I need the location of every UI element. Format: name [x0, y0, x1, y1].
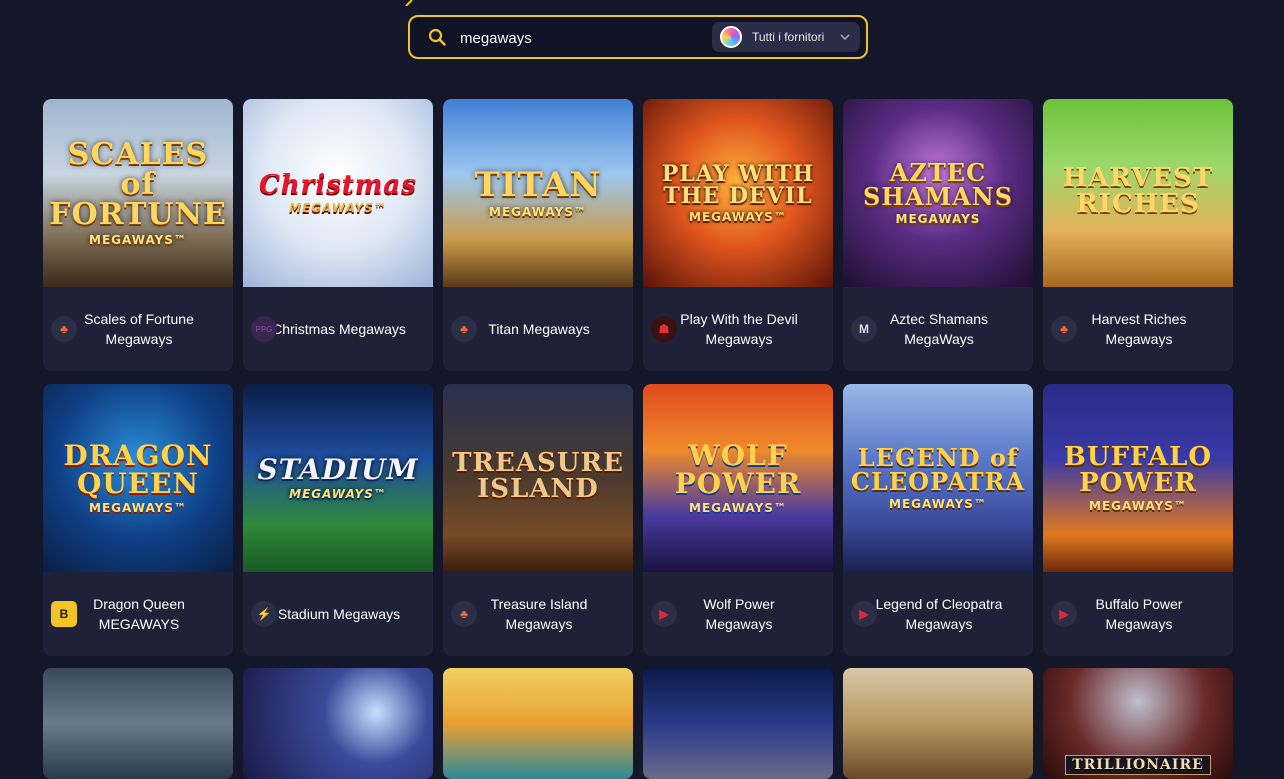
- game-title: Treasure Island Megaways: [490, 596, 588, 632]
- game-logo-text: TITAN: [474, 165, 602, 205]
- game-title: Christmas Megaways: [272, 321, 406, 337]
- game-card[interactable]: [643, 668, 833, 779]
- game-title: Buffalo Power Megaways: [1095, 596, 1183, 632]
- game-grid: SCALES of FORTUNE MEGAWAYS™ ♣ Scales of Fo…: [43, 99, 1233, 656]
- game-card[interactable]: TREASURE ISLAND ♣ Treasure Island Megaway…: [443, 384, 633, 656]
- game-title: Play With the Devil Megaways: [680, 311, 798, 347]
- game-logo-text: SCALES of FORTUNE: [49, 137, 227, 232]
- ppg-logo-icon: PPG: [251, 316, 277, 342]
- chevron-down-icon: [840, 34, 850, 41]
- game-logo-text: PLAY WITH THE DEVIL: [661, 161, 815, 209]
- game-logo-text: AZTEC SHAMANS: [862, 158, 1014, 211]
- clover-icon: ♣: [451, 316, 477, 342]
- game-card[interactable]: [843, 668, 1033, 779]
- game-card[interactable]: DRAGON QUEEN MEGAWAYS™ B Dragon Queen MEGA…: [43, 384, 233, 656]
- game-thumbnail: DRAGON QUEEN MEGAWAYS™: [43, 384, 233, 572]
- play-triangle-icon: ▶: [851, 601, 877, 627]
- game-title: Dragon Queen MEGAWAYS: [93, 596, 185, 632]
- game-title: Titan Megaways: [488, 321, 590, 337]
- game-thumbnail: TITAN MEGAWAYS™: [443, 99, 633, 287]
- b-logo-icon: B: [51, 601, 77, 627]
- game-logo-sub: MEGAWAYS™: [89, 233, 187, 247]
- clover-icon: ♣: [451, 601, 477, 627]
- game-title: Harvest Riches Megaways: [1091, 311, 1187, 347]
- devil-provider-icon: ☗: [651, 316, 677, 342]
- search-icon: [428, 28, 446, 46]
- game-thumbnail: [243, 668, 433, 779]
- provider-dropdown-label: Tutti i fornitori: [752, 30, 825, 44]
- game-title: Legend of Cleopatra Megaways: [875, 596, 1003, 632]
- game-logo-text: TRILLIONAIRE: [1065, 755, 1211, 775]
- game-title: Aztec Shamans MegaWays: [889, 311, 989, 347]
- game-title: Scales of Fortune Megaways: [84, 311, 194, 347]
- game-logo-text: DRAGON QUEEN: [63, 439, 213, 500]
- game-card[interactable]: TRILLIONAIRE: [1043, 668, 1233, 779]
- game-card[interactable]: LEGEND of CLEOPATRA MEGAWAYS™ ▶ Legend of …: [843, 384, 1033, 656]
- provider-dropdown[interactable]: Tutti i fornitori: [712, 22, 860, 52]
- game-logo-text: HARVEST RICHES: [1062, 163, 1214, 219]
- game-logo-sub: MEGAWAYS™: [289, 487, 387, 501]
- game-thumbnail: LEGEND of CLEOPATRA MEGAWAYS™: [843, 384, 1033, 572]
- game-thumbnail: [643, 668, 833, 779]
- game-logo-sub: MEGAWAYS™: [689, 210, 787, 224]
- game-thumbnail: [443, 668, 633, 779]
- provider-logo-icon: [720, 26, 742, 48]
- m-logo-icon: M: [851, 316, 877, 342]
- search-input[interactable]: [458, 25, 702, 51]
- game-logo-text: WOLF POWER: [674, 439, 802, 500]
- game-logo-text: TREASURE ISLAND: [452, 448, 624, 504]
- game-card[interactable]: [43, 668, 233, 779]
- clover-icon: ♣: [1051, 316, 1077, 342]
- game-thumbnail: TREASURE ISLAND: [443, 384, 633, 572]
- game-card[interactable]: BUFFALO POWER MEGAWAYS™ ▶ Buffalo Power Me…: [1043, 384, 1233, 656]
- game-logo-sub: MEGAWAYS™: [89, 501, 187, 515]
- clover-icon: ♣: [51, 316, 77, 342]
- game-grid-partial-row: TRILLIONAIRE: [43, 668, 1233, 779]
- game-card[interactable]: [443, 668, 633, 779]
- game-logo-sub: MEGAWAYS™: [889, 497, 987, 511]
- game-card[interactable]: SCALES of FORTUNE MEGAWAYS™ ♣ Scales of Fo…: [43, 99, 233, 371]
- game-card[interactable]: [243, 668, 433, 779]
- game-title: Stadium Megaways: [277, 606, 401, 622]
- search-bar: Tutti i fornitori: [408, 15, 868, 59]
- game-logo-sub: MEGAWAYS: [895, 212, 981, 226]
- game-card[interactable]: TITAN MEGAWAYS™ ♣ Titan Megaways: [443, 99, 633, 371]
- game-logo-sub: MEGAWAYS™: [289, 201, 387, 215]
- game-card[interactable]: STADIUM MEGAWAYS™ ⚡ Stadium Megaways: [243, 384, 433, 656]
- game-thumbnail: Christmas MEGAWAYS™: [243, 99, 433, 287]
- game-card[interactable]: Christmas MEGAWAYS™ PPG Christmas Megaways: [243, 99, 433, 371]
- game-card[interactable]: AZTEC SHAMANS MEGAWAYS M Aztec Shamans Meg…: [843, 99, 1033, 371]
- game-thumbnail: [843, 668, 1033, 779]
- game-thumbnail: TRILLIONAIRE: [1043, 668, 1233, 779]
- game-title: Wolf Power Megaways: [703, 596, 775, 632]
- game-thumbnail: [43, 668, 233, 779]
- game-logo-sub: MEGAWAYS™: [689, 501, 787, 515]
- game-thumbnail: BUFFALO POWER MEGAWAYS™: [1043, 384, 1233, 572]
- game-logo-sub: MEGAWAYS™: [1089, 499, 1187, 513]
- game-thumbnail: PLAY WITH THE DEVIL MEGAWAYS™: [643, 99, 833, 287]
- play-triangle-icon: ▶: [651, 601, 677, 627]
- game-logo-text: BUFFALO POWER: [1063, 442, 1213, 498]
- game-logo-text: Christmas: [259, 170, 417, 200]
- game-card[interactable]: PLAY WITH THE DEVIL MEGAWAYS™ ☗ Play With …: [643, 99, 833, 371]
- game-card[interactable]: HARVEST RICHES ♣ Harvest Riches Megaways: [1043, 99, 1233, 371]
- game-thumbnail: HARVEST RICHES: [1043, 99, 1233, 287]
- game-logo-text: LEGEND of CLEOPATRA: [850, 443, 1026, 496]
- game-thumbnail: SCALES of FORTUNE MEGAWAYS™: [43, 99, 233, 287]
- decorative-stroke: [405, 0, 413, 6]
- game-logo-text: STADIUM: [257, 453, 419, 486]
- play-triangle-icon: ▶: [1051, 601, 1077, 627]
- game-thumbnail: WOLF POWER MEGAWAYS™: [643, 384, 833, 572]
- game-thumbnail: STADIUM MEGAWAYS™: [243, 384, 433, 572]
- game-card[interactable]: WOLF POWER MEGAWAYS™ ▶ Wolf Power Megaways: [643, 384, 833, 656]
- bolt-provider-icon: ⚡: [251, 601, 277, 627]
- game-logo-sub: MEGAWAYS™: [489, 205, 587, 219]
- game-thumbnail: AZTEC SHAMANS MEGAWAYS: [843, 99, 1033, 287]
